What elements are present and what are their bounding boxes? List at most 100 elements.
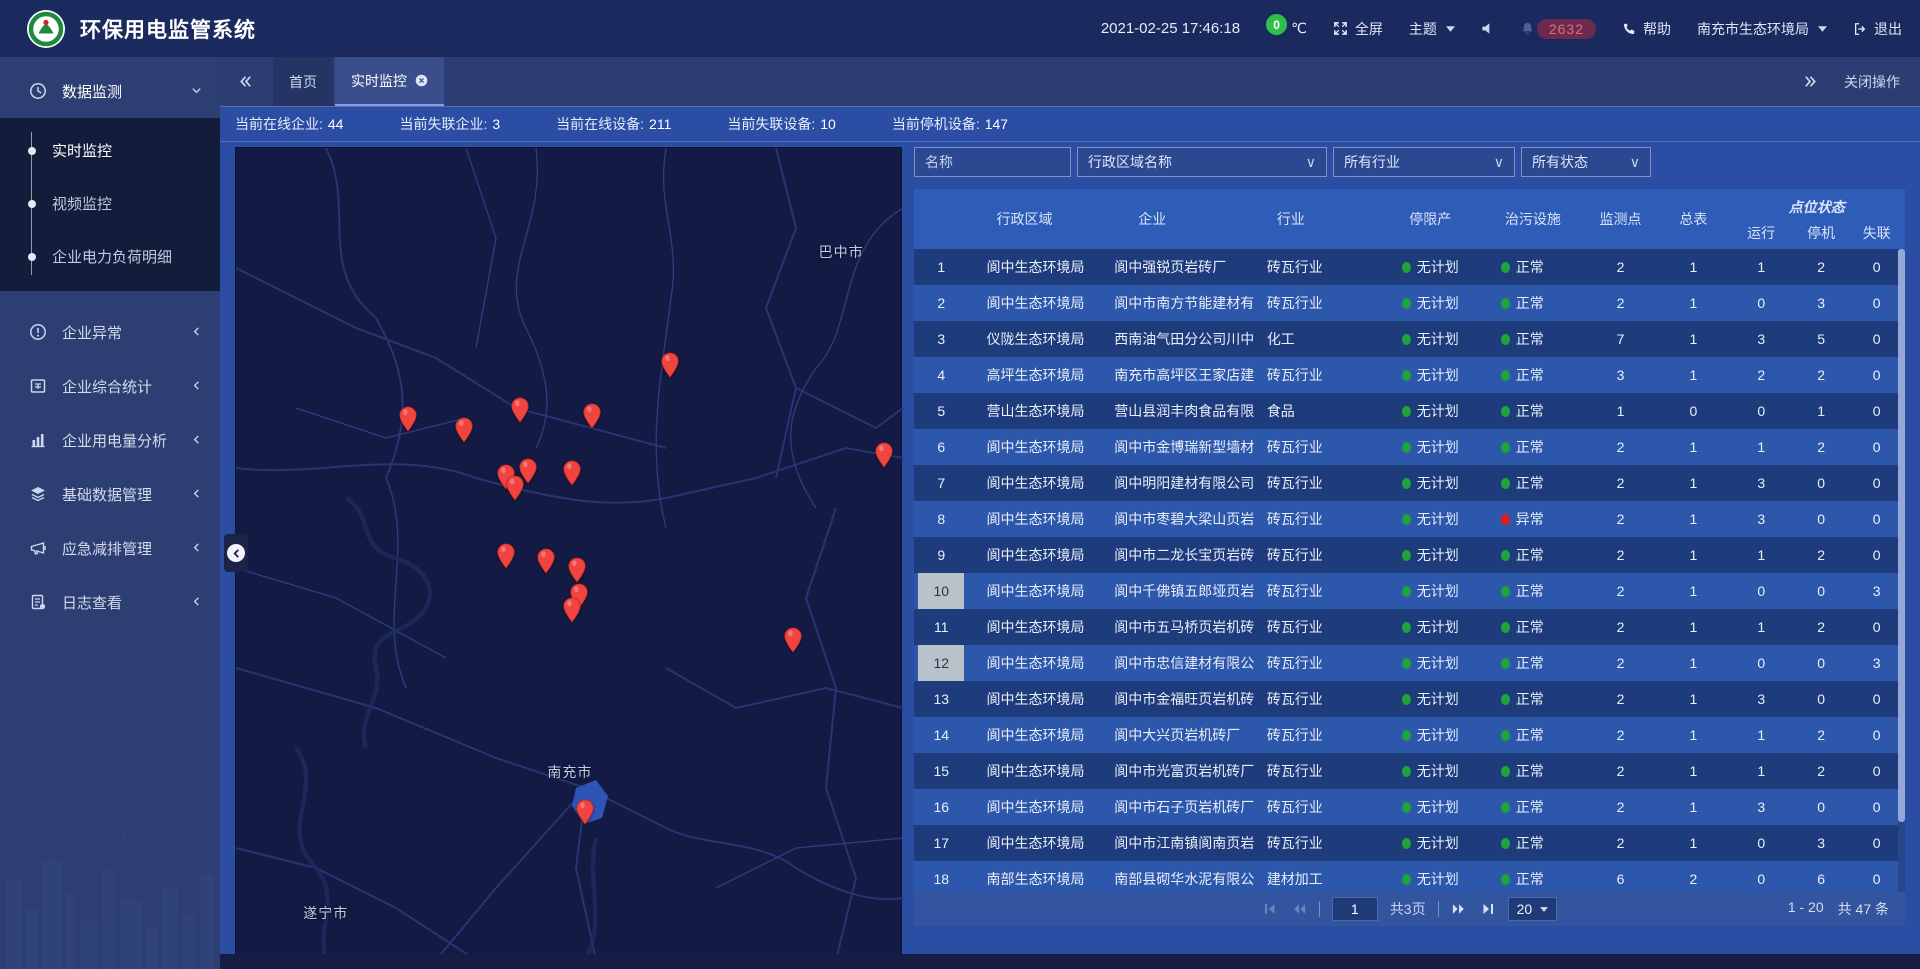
table-row[interactable]: 8阆中生态环境局阆中市枣碧大梁山页岩砖瓦行业无计划异常21300 — [914, 501, 1905, 537]
col-header-run: 运行 — [1729, 223, 1794, 243]
stat-label: 当前失联设备: — [727, 116, 815, 132]
table-cell: 11 — [914, 609, 969, 645]
sidebar-item-日志查看[interactable]: 日志查看 — [0, 575, 220, 629]
map-marker[interactable] — [511, 397, 529, 423]
sound-toggle[interactable] — [1481, 22, 1494, 35]
table-cell: 12 — [914, 645, 969, 681]
sidebar-subitem-实时监控[interactable]: 实时监控 — [0, 124, 220, 177]
table-row[interactable]: 3仪陇生态环境局西南油气田分公司川中化工无计划正常71350 — [914, 321, 1905, 357]
map-marker[interactable] — [583, 403, 601, 429]
user-org-label: 南充市生态环境局 — [1697, 19, 1809, 39]
table-row[interactable]: 13阆中生态环境局阆中市金福旺页岩机砖砖瓦行业无计划正常21300 — [914, 681, 1905, 717]
table-cell: 正常 — [1483, 357, 1583, 393]
status-text: 无计划 — [1417, 329, 1459, 349]
map-marker[interactable] — [784, 627, 802, 653]
table-row[interactable]: 7阆中生态环境局阆中明阳建材有限公司砖瓦行业无计划正常21300 — [914, 465, 1905, 501]
map-marker[interactable] — [661, 352, 679, 378]
table-row[interactable]: 15阆中生态环境局阆中市光富页岩机砖厂砖瓦行业无计划正常21120 — [914, 753, 1905, 789]
map-marker[interactable] — [563, 597, 581, 623]
fullscreen-button[interactable]: 全屏 — [1333, 19, 1383, 39]
table-row[interactable]: 5营山生态环境局营山县润丰肉食品有限食品无计划正常10010 — [914, 393, 1905, 429]
table-row[interactable]: 4高坪生态环境局南充市高坪区王家店建砖瓦行业无计划正常31220 — [914, 357, 1905, 393]
map-marker[interactable] — [455, 417, 473, 443]
row-number: 8 — [914, 501, 969, 537]
table-row[interactable]: 9阆中生态环境局阆中市二龙长宝页岩砖砖瓦行业无计划正常21120 — [914, 537, 1905, 573]
user-org-menu[interactable]: 南充市生态环境局 — [1697, 19, 1827, 39]
table-cell: 砖瓦行业 — [1263, 465, 1378, 501]
sidebar-item-企业综合统计[interactable]: 企业综合统计 — [0, 359, 220, 413]
page-number-input[interactable] — [1332, 897, 1378, 921]
table-cell: 1 — [1658, 537, 1728, 573]
table-row[interactable]: 1阆中生态环境局阆中强锐页岩砖厂砖瓦行业无计划正常21120 — [914, 249, 1905, 285]
table-cell: 正常 — [1483, 285, 1583, 321]
table-cell: 阆中生态环境局 — [969, 681, 1109, 717]
sidebar-subitem-企业电力负荷明细[interactable]: 企业电力负荷明细 — [0, 230, 220, 283]
help-button[interactable]: 帮助 — [1622, 19, 1671, 39]
table-cell: 0 — [1729, 645, 1794, 681]
sidebar-item-数据监测[interactable]: 数据监测 — [0, 64, 220, 118]
map-marker[interactable] — [576, 799, 594, 825]
status-dot — [1501, 622, 1510, 633]
row-number: 2 — [914, 285, 969, 321]
tab-实时监控[interactable]: 实时监控 — [335, 57, 444, 106]
tabs-scroll-left-button[interactable] — [220, 57, 271, 106]
map-marker[interactable] — [568, 557, 586, 583]
map-marker[interactable] — [519, 458, 537, 484]
table-cell: 无计划 — [1378, 321, 1483, 357]
table-row[interactable]: 16阆中生态环境局阆中市石子页岩机砖厂砖瓦行业无计划正常21300 — [914, 789, 1905, 825]
region-select[interactable]: 行政区域名称 ∨ — [1077, 147, 1327, 177]
table-cell: 阆中市五马桥页岩机砖 — [1108, 609, 1263, 645]
status-text: 无计划 — [1417, 797, 1459, 817]
notifications[interactable]: 2632 — [1520, 19, 1596, 39]
logout-button[interactable]: 退出 — [1853, 19, 1902, 39]
status-dot — [1501, 838, 1510, 849]
table-cell: 砖瓦行业 — [1263, 645, 1378, 681]
status-text: 正常 — [1516, 293, 1544, 313]
table-row[interactable]: 6阆中生态环境局阆中市金博瑞新型墙材砖瓦行业无计划正常21120 — [914, 429, 1905, 465]
status-dot — [1501, 514, 1510, 525]
theme-menu[interactable]: 主题 — [1409, 19, 1455, 39]
map-marker[interactable] — [875, 442, 893, 468]
table-cell: 2 — [1794, 753, 1849, 789]
table-cell: 砖瓦行业 — [1263, 357, 1378, 393]
table-cell: 无计划 — [1378, 717, 1483, 753]
industry-select[interactable]: 所有行业 ∨ — [1333, 147, 1515, 177]
table-row[interactable]: 11阆中生态环境局阆中市五马桥页岩机砖砖瓦行业无计划正常21120 — [914, 609, 1905, 645]
map-marker[interactable] — [399, 406, 417, 432]
sidebar-item-应急减排管理[interactable]: 应急减排管理 — [0, 521, 220, 575]
last-page-button[interactable] — [1480, 901, 1496, 917]
sidebar-item-基础数据管理[interactable]: 基础数据管理 — [0, 467, 220, 521]
name-search-input[interactable] — [925, 154, 1060, 170]
table-row[interactable]: 12阆中生态环境局阆中市忠信建材有限公砖瓦行业无计划正常21003 — [914, 645, 1905, 681]
table-cell: 阆中市忠信建材有限公 — [1108, 645, 1263, 681]
table-cell: 无计划 — [1378, 645, 1483, 681]
page-size-select[interactable]: 20 — [1508, 897, 1558, 921]
next-page-button[interactable] — [1451, 901, 1468, 917]
table-cell: 1 — [1658, 357, 1728, 393]
close-operations-button[interactable]: 关闭操作 — [1844, 72, 1900, 92]
map-marker[interactable] — [497, 543, 515, 569]
first-page-button[interactable] — [1262, 901, 1278, 917]
table-cell: 17 — [914, 825, 969, 861]
map[interactable]: 巴中市南充市遂宁市 — [235, 147, 902, 959]
tab-首页[interactable]: 首页 — [273, 57, 333, 106]
table-row[interactable]: 10阆中生态环境局阆中千佛镇五郎垭页岩砖瓦行业无计划正常21003 — [914, 573, 1905, 609]
map-marker[interactable] — [563, 460, 581, 486]
table-cell: 16 — [914, 789, 969, 825]
row-number: 6 — [914, 429, 969, 465]
scrollbar-thumb[interactable] — [1898, 249, 1905, 822]
table-cell: 0 — [1794, 681, 1849, 717]
tabs-scroll-right-button[interactable] — [1803, 74, 1818, 89]
prev-page-button[interactable] — [1290, 901, 1307, 917]
table-scrollbar[interactable] — [1898, 249, 1905, 915]
status-select[interactable]: 所有状态 ∨ — [1521, 147, 1651, 177]
map-collapse-handle[interactable] — [224, 534, 248, 572]
sidebar-subitem-视频监控[interactable]: 视频监控 — [0, 177, 220, 230]
sidebar-item-企业用电量分析[interactable]: 企业用电量分析 — [0, 413, 220, 467]
name-search-field[interactable] — [914, 147, 1071, 177]
map-marker[interactable] — [537, 548, 555, 574]
table-row[interactable]: 14阆中生态环境局阆中大兴页岩机砖厂砖瓦行业无计划正常21120 — [914, 717, 1905, 753]
sidebar-item-企业异常[interactable]: 企业异常 — [0, 305, 220, 359]
table-row[interactable]: 17阆中生态环境局阆中市江南镇阆南页岩砖瓦行业无计划正常21030 — [914, 825, 1905, 861]
table-row[interactable]: 2阆中生态环境局阆中市南方节能建材有砖瓦行业无计划正常21030 — [914, 285, 1905, 321]
